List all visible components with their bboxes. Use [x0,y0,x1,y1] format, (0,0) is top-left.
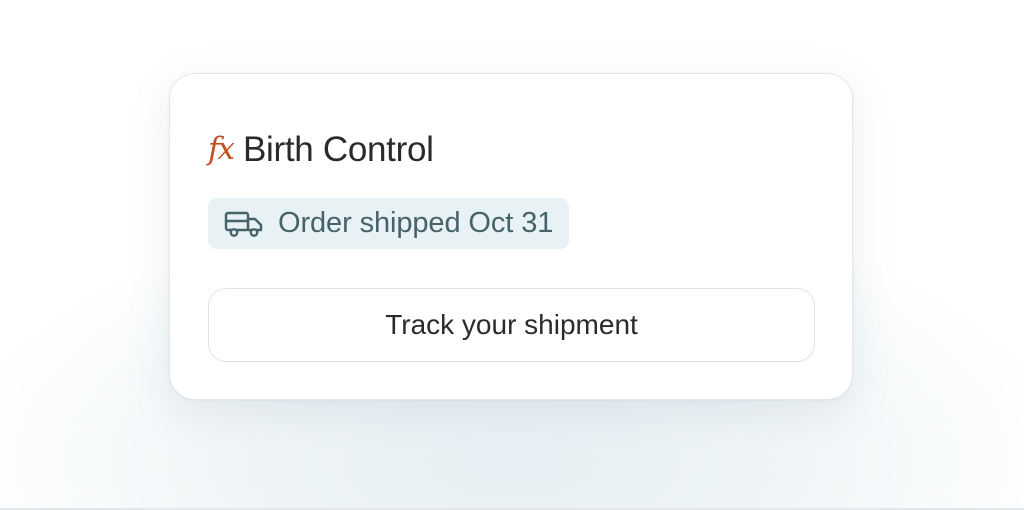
track-shipment-label: Track your shipment [385,309,638,340]
title-row: fx Birth Control [208,130,434,170]
fx-icon: fx [208,130,235,167]
track-shipment-button[interactable]: Track your shipment [208,288,815,362]
status-text: Order shipped Oct 31 [278,207,554,239]
card-title: Birth Control [242,130,434,169]
status-badge: Order shipped Oct 31 [208,198,570,249]
order-card: fx Birth Control Order shipped Oct 31 Tr… [169,73,853,400]
truck-icon [224,211,263,237]
